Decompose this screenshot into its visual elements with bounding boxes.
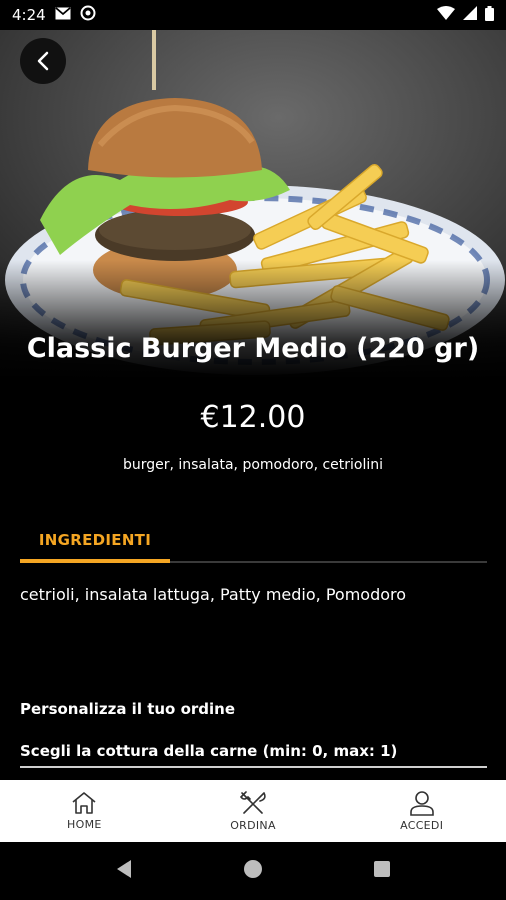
- product-image: [0, 30, 506, 380]
- nav-home-label: HOME: [67, 818, 102, 831]
- battery-icon: [485, 5, 494, 25]
- status-time: 4:24: [12, 6, 46, 24]
- cooking-option-label[interactable]: Scegli la cottura della carne (min: 0, m…: [20, 742, 397, 760]
- option-divider: [20, 766, 487, 768]
- product-title: Classic Burger Medio (220 gr): [26, 333, 480, 364]
- square-recents-icon: [374, 861, 390, 877]
- home-icon: [72, 792, 96, 814]
- fork-knife-icon: [239, 791, 266, 814]
- customize-heading: Personalizza il tuo ordine: [20, 700, 236, 718]
- nav-accedi[interactable]: ACCEDI: [337, 780, 506, 842]
- nav-ordina[interactable]: ORDINA: [169, 780, 338, 842]
- tab-divider: [170, 561, 487, 563]
- nav-accedi-label: ACCEDI: [400, 819, 444, 832]
- signal-icon: [463, 6, 477, 24]
- product-price: €12.00: [200, 400, 306, 435]
- wifi-icon: [437, 6, 455, 24]
- triangle-back-icon: [117, 860, 131, 878]
- system-home-button[interactable]: [243, 859, 263, 883]
- system-back-button[interactable]: [115, 859, 133, 883]
- circle-home-icon: [244, 860, 262, 878]
- tab-ingredienti[interactable]: INGREDIENTI: [20, 518, 170, 562]
- sync-icon: [80, 5, 96, 25]
- bottom-nav: HOME ORDINA ACCEDI: [0, 780, 506, 842]
- nav-ordina-label: ORDINA: [230, 819, 276, 832]
- chevron-left-icon: [37, 51, 49, 71]
- user-icon: [409, 791, 434, 816]
- system-nav-bar: [0, 842, 506, 900]
- system-recents-button[interactable]: [373, 860, 391, 882]
- ingredients-text: cetrioli, insalata lattuga, Patty medio,…: [20, 585, 407, 604]
- status-bar: 4:24: [0, 0, 506, 30]
- nav-home[interactable]: HOME: [0, 780, 169, 842]
- product-description: burger, insalata, pomodoro, cetriolini: [122, 457, 384, 473]
- tab-active-indicator: [20, 559, 170, 563]
- mail-icon: [55, 6, 71, 24]
- back-button[interactable]: [20, 38, 66, 84]
